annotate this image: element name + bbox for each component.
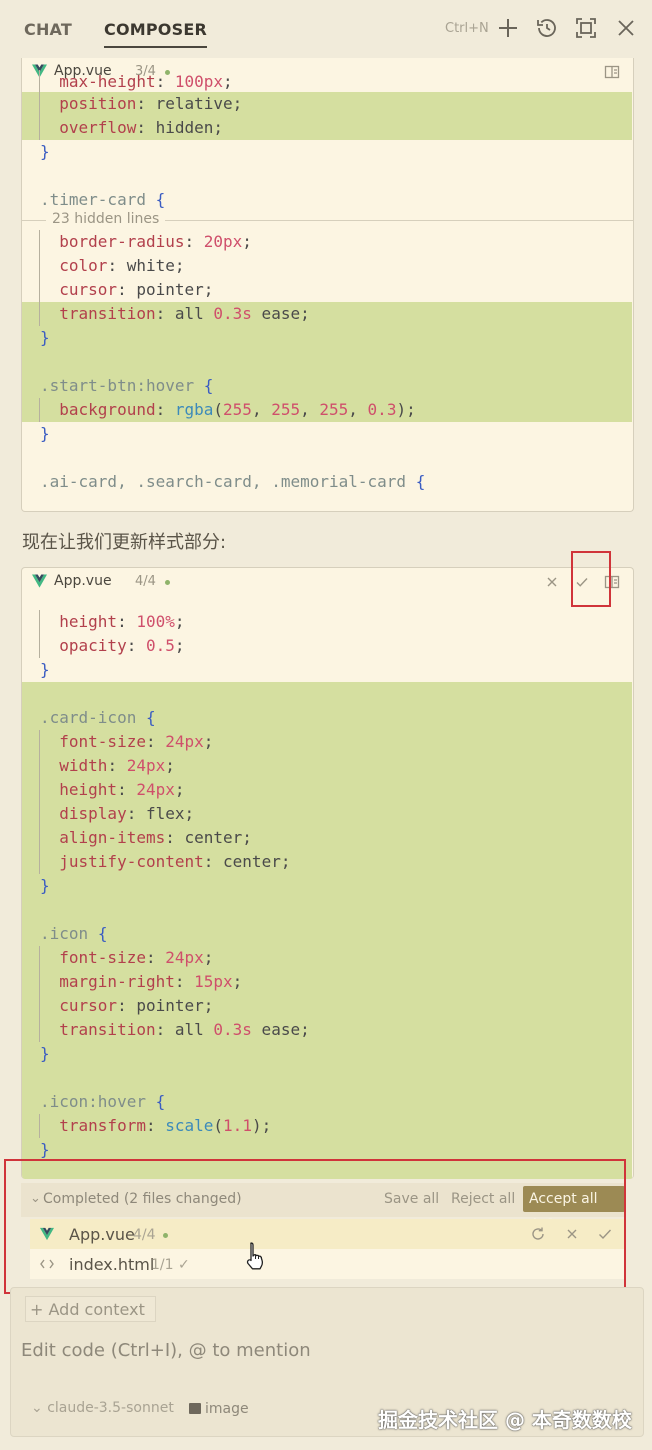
diff-count: 1/1 ✓ (151, 1257, 190, 1273)
model-selector[interactable]: ⌄ claude-3.5-sonnet (31, 1400, 174, 1416)
accept-all-button[interactable]: Accept all ^⏎ (523, 1186, 625, 1233)
add-context-button[interactable]: + Add context (25, 1296, 156, 1322)
image-icon (189, 1403, 201, 1414)
file-name[interactable]: App.vue (54, 573, 112, 589)
image-button[interactable]: image (189, 1401, 249, 1417)
file-name[interactable]: App.vue (69, 1225, 135, 1244)
watermark: 掘金技术社区 @ 本奇数数校 (378, 1408, 632, 1432)
plus-icon[interactable] (496, 16, 520, 40)
chevron-down-icon[interactable]: ⌄ (30, 1191, 41, 1206)
reject-icon[interactable] (544, 574, 560, 590)
new-composer-shortcut: Ctrl+N (445, 21, 489, 36)
pointer-cursor-icon (246, 1242, 263, 1270)
save-all-button[interactable]: Save all (384, 1191, 439, 1207)
status-label[interactable]: Completed (2 files changed) (43, 1191, 242, 1207)
accept-check-icon[interactable] (574, 574, 590, 590)
close-icon[interactable] (614, 16, 638, 40)
history-icon[interactable] (535, 16, 559, 40)
changed-file-row[interactable]: App.vue 4/4 (30, 1219, 626, 1249)
diff-count: 4/4 (135, 574, 156, 589)
review-status-bar: ⌄ Completed (2 files changed) Save all R… (21, 1183, 626, 1233)
tab-chat[interactable]: CHAT (24, 20, 72, 39)
open-file-icon[interactable] (604, 574, 620, 590)
edit-code-input[interactable] (21, 1336, 621, 1364)
vue-icon (40, 1227, 54, 1241)
vue-icon (32, 574, 47, 588)
code-diff-card-1: App.vue 3/4 max-height: 100px; position:… (21, 58, 634, 512)
card-header: App.vue 4/4 (22, 568, 633, 596)
file-name[interactable]: index.html (69, 1255, 154, 1274)
modified-dot (165, 580, 170, 585)
reject-icon[interactable] (563, 1225, 581, 1243)
code-diff-card-2: App.vue 4/4 height: 100%; opacity: 0.5; … (21, 567, 634, 1179)
reject-all-button[interactable]: Reject all (451, 1191, 515, 1207)
assistant-message: 现在让我们更新样式部分: (22, 532, 227, 553)
html-file-icon (40, 1259, 54, 1269)
refresh-icon[interactable] (529, 1225, 547, 1243)
top-bar: CHAT COMPOSER Ctrl+N (0, 0, 652, 58)
tab-composer[interactable]: COMPOSER (104, 20, 207, 48)
maximize-icon[interactable] (574, 16, 598, 40)
hidden-lines-divider[interactable]: 23 hidden lines (22, 209, 633, 231)
check-icon[interactable] (596, 1225, 614, 1243)
modified-dot (163, 1233, 168, 1238)
diff-count: 4/4 (133, 1227, 156, 1243)
changed-file-row[interactable]: index.html 1/1 ✓ (30, 1249, 626, 1279)
